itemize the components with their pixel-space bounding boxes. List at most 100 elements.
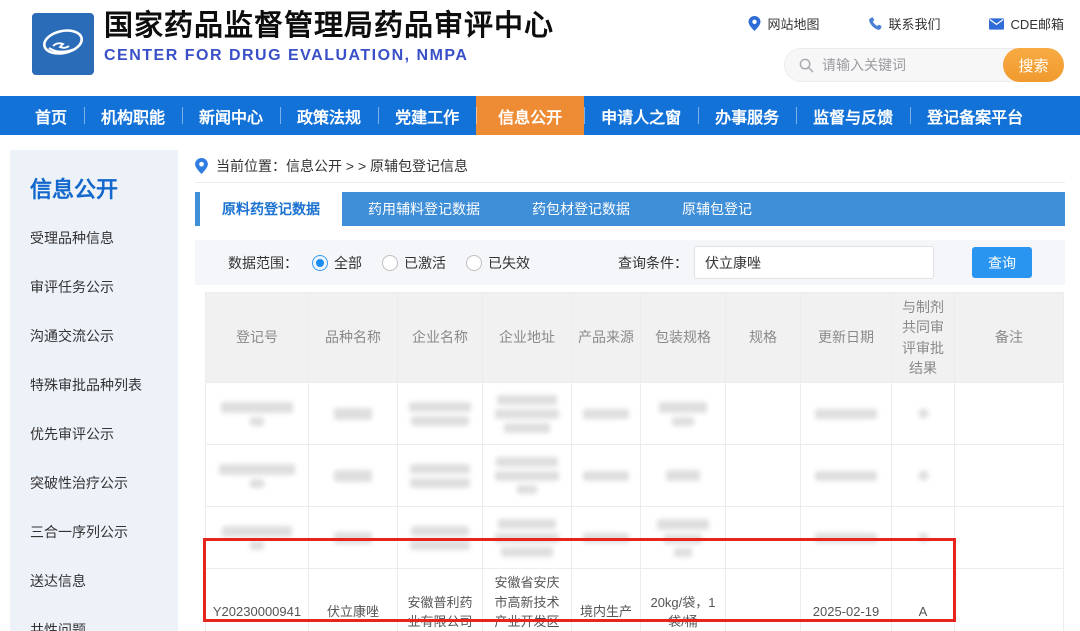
cell-spec [726, 569, 801, 631]
cell-remarks [955, 569, 1064, 631]
search-input[interactable] [822, 57, 1003, 73]
col-spec: 规格 [726, 293, 801, 383]
query-bar: 数据范围： 全部 已激活 已失效 查询条件： 查询 [195, 240, 1065, 285]
redacted-cell [309, 445, 398, 507]
col-remarks: 备注 [955, 293, 1064, 383]
keyword-input[interactable] [694, 246, 934, 279]
cell-variety-name: 伏立康唑 [309, 569, 398, 631]
redacted-cell [572, 507, 641, 569]
radio-activated[interactable]: 已激活 [382, 253, 446, 273]
sidebar-item-breakthrough-therapy[interactable]: 突破性治疗公示 [30, 473, 178, 493]
page: 国家药品监督管理局药品审评中心 CENTER FOR DRUG EVALUATI… [0, 0, 1080, 631]
tab-apie-registration[interactable]: 原辅包登记 [656, 192, 778, 226]
redacted-cell [206, 383, 309, 445]
redacted-cell [398, 445, 483, 507]
cde-logo [32, 13, 94, 75]
sidebar-item-special-approval[interactable]: 特殊审批品种列表 [30, 375, 178, 395]
col-packaging-spec: 包装规格 [641, 293, 726, 383]
cell-packaging-spec: 20kg/袋，1袋/桶 [641, 569, 726, 631]
sidebar-item-communication[interactable]: 沟通交流公示 [30, 326, 178, 346]
main-content: 当前位置：信息公开 > > 原辅包登记信息 原料药登记数据 药用辅料登记数据 药… [195, 150, 1065, 631]
col-update-date: 更新日期 [801, 293, 892, 383]
sidebar-item-delivery-info[interactable]: 送达信息 [30, 571, 178, 591]
radio-activated-circle[interactable] [382, 255, 398, 271]
redacted-cell [801, 445, 892, 507]
radio-expired[interactable]: 已失效 [466, 253, 530, 273]
site-title: 国家药品监督管理局药品审评中心 [104, 8, 554, 44]
query-button[interactable]: 查询 [972, 247, 1032, 278]
nav-item-applicant-window[interactable]: 申请人之窗 [584, 96, 698, 135]
tab-packaging-registration[interactable]: 药包材登记数据 [506, 192, 656, 226]
cde-mail-link[interactable]: CDE邮箱 [989, 14, 1064, 33]
nav-item-functions[interactable]: 机构职能 [84, 96, 182, 135]
contact-label: 联系我们 [889, 14, 941, 33]
redacted-cell [955, 507, 1064, 569]
redacted-cell [892, 507, 955, 569]
search-button[interactable]: 搜索 [1003, 48, 1064, 82]
col-joint-review-result: 与制剂共同审评审批结果 [892, 293, 955, 383]
redacted-cell [955, 383, 1064, 445]
table-row-highlighted[interactable]: Y20230000941 伏立康唑 安徽普利药业有限公司 安徽省安庆市高新技术产… [206, 569, 1064, 631]
radio-all-circle[interactable] [312, 255, 328, 271]
redacted-cell [726, 383, 801, 445]
sidebar-item-review-tasks[interactable]: 审评任务公示 [30, 277, 178, 297]
sidebar-item-priority-review[interactable]: 优先审评公示 [30, 424, 178, 444]
redacted-cell [206, 445, 309, 507]
contact-link[interactable]: 联系我们 [868, 14, 941, 33]
redacted-cell [398, 507, 483, 569]
cell-company-name: 安徽普利药业有限公司 [398, 569, 483, 631]
redacted-cell [801, 383, 892, 445]
table-row-redacted-3[interactable] [206, 507, 1064, 569]
col-variety-name: 品种名称 [309, 293, 398, 383]
sitemap-link[interactable]: 网站地图 [748, 14, 820, 33]
nav-item-supervision[interactable]: 监督与反馈 [796, 96, 910, 135]
nav-item-home[interactable]: 首页 [18, 96, 84, 135]
main-nav: 首页 机构职能 新闻中心 政策法规 党建工作 信息公开 申请人之窗 办事服务 监… [0, 96, 1080, 135]
condition-label: 查询条件： [618, 253, 688, 273]
radio-activated-label: 已激活 [404, 253, 446, 273]
nav-item-info-disclosure[interactable]: 信息公开 [476, 96, 584, 135]
radio-expired-label: 已失效 [488, 253, 530, 273]
nav-item-policies[interactable]: 政策法规 [280, 96, 378, 135]
radio-all[interactable]: 全部 [312, 253, 362, 273]
tab-excipient-registration[interactable]: 药用辅料登记数据 [342, 192, 506, 226]
redacted-cell [726, 445, 801, 507]
nav-item-news[interactable]: 新闻中心 [182, 96, 280, 135]
nav-item-services[interactable]: 办事服务 [698, 96, 796, 135]
sidebar-item-three-in-one[interactable]: 三合一序列公示 [30, 522, 178, 542]
sidebar-item-common-issues[interactable]: 共性问题 [30, 620, 178, 631]
scope-label: 数据范围： [228, 253, 298, 273]
redacted-cell [641, 383, 726, 445]
table-row-redacted-2[interactable] [206, 445, 1064, 507]
sidebar-item-accepted-varieties[interactable]: 受理品种信息 [30, 228, 178, 248]
nav-item-party[interactable]: 党建工作 [378, 96, 476, 135]
redacted-cell [206, 507, 309, 569]
nav-item-registration-platform[interactable]: 登记备案平台 [910, 96, 1040, 135]
site-search: 搜索 [784, 48, 1064, 82]
tab-api-registration[interactable]: 原料药登记数据 [200, 192, 342, 226]
dataset-tabs: 原料药登记数据 药用辅料登记数据 药包材登记数据 原辅包登记 [195, 192, 1065, 226]
redacted-cell [641, 507, 726, 569]
cell-product-source: 境内生产 [572, 569, 641, 631]
redacted-cell [892, 383, 955, 445]
sidebar: 信息公开 受理品种信息 审评任务公示 沟通交流公示 特殊审批品种列表 优先审评公… [10, 150, 178, 631]
col-company-address: 企业地址 [483, 293, 572, 383]
redacted-cell [572, 445, 641, 507]
location-pin-icon [748, 16, 761, 31]
sitemap-label: 网站地图 [768, 14, 820, 33]
site-header: 国家药品监督管理局药品审评中心 CENTER FOR DRUG EVALUATI… [0, 0, 1080, 96]
breadcrumb: 当前位置：信息公开 > > 原辅包登记信息 [195, 150, 1065, 183]
redacted-cell [483, 445, 572, 507]
phone-icon [868, 17, 882, 31]
search-icon [799, 58, 814, 73]
scope-radio-group: 全部 已激活 已失效 [312, 253, 530, 273]
table-row-redacted-1[interactable] [206, 383, 1064, 445]
envelope-icon [989, 18, 1004, 30]
redacted-cell [309, 507, 398, 569]
results-table-wrap: 登记号 品种名称 企业名称 企业地址 产品来源 包装规格 规格 更新日期 与制剂… [205, 292, 1063, 631]
results-table: 登记号 品种名称 企业名称 企业地址 产品来源 包装规格 规格 更新日期 与制剂… [205, 292, 1064, 631]
redacted-cell [801, 507, 892, 569]
col-registration-no: 登记号 [206, 293, 309, 383]
redacted-cell [572, 383, 641, 445]
radio-expired-circle[interactable] [466, 255, 482, 271]
